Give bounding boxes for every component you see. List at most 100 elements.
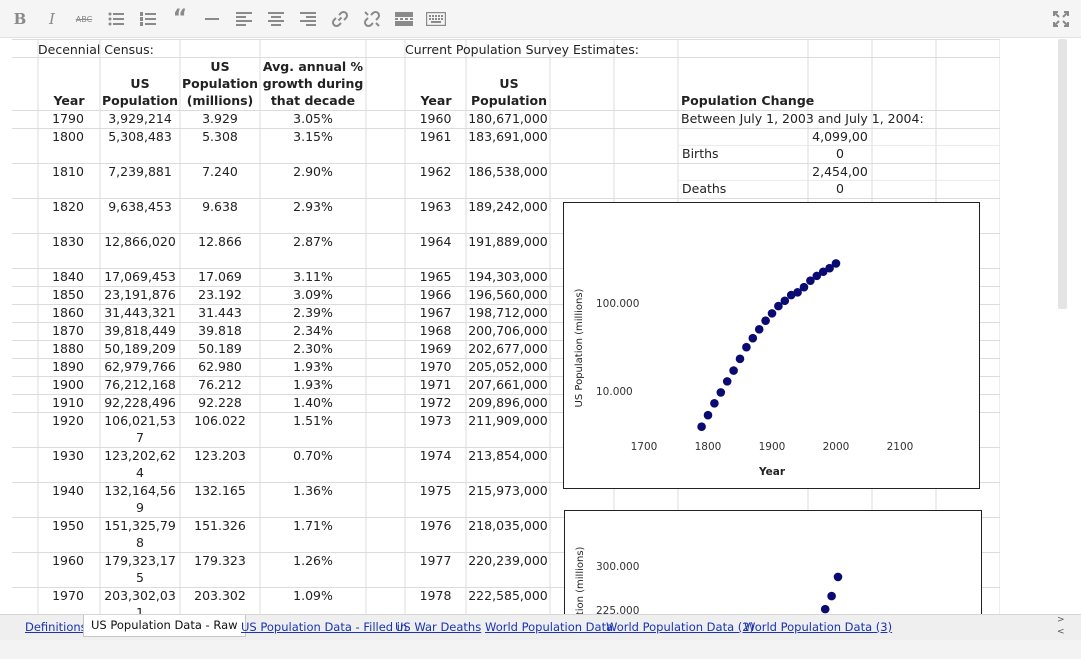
census-population-cell: 7,239,881 [108, 164, 172, 179]
bold-button[interactable]: B [8, 7, 32, 31]
tab-us-war-deaths[interactable]: US War Deaths [395, 618, 481, 638]
births-value-line1: 4,099,00 [812, 129, 868, 144]
census-growth-cell: 3.11% [293, 269, 333, 284]
census-year-cell: 1970 [52, 588, 84, 603]
census-population-cell: 17,069,453 [104, 269, 176, 284]
status-footer [0, 640, 1081, 659]
blockquote-button[interactable]: “ [168, 7, 192, 31]
remove-link-button[interactable] [360, 7, 384, 31]
numbered-list-icon [140, 12, 156, 26]
census-millions-cell: 123.203 [194, 448, 246, 463]
data-point [729, 366, 738, 375]
align-right-icon [300, 12, 316, 26]
census-millions-cell: 9.638 [202, 199, 238, 214]
italic-button[interactable]: I [40, 7, 64, 31]
census-millions-cell: 39.818 [198, 323, 242, 338]
align-left-button[interactable] [232, 7, 256, 31]
italic-icon: I [49, 10, 55, 28]
cps-population-cell: 205,052,000 [468, 359, 548, 374]
read-more-button[interactable] [392, 7, 416, 31]
census-year-cell: 1940 [52, 483, 84, 498]
census-growth-cell: 2.34% [293, 323, 333, 338]
census-year-cell: 1890 [52, 359, 84, 374]
census-growth-cell: 1.36% [293, 483, 333, 498]
census-population-cell: 132,164,56 [104, 483, 176, 498]
cps-population-cell: 194,303,000 [468, 269, 548, 284]
align-right-button[interactable] [296, 7, 320, 31]
census-growth-cell: 2.39% [293, 305, 333, 320]
cps-population-cell: 213,854,000 [468, 448, 548, 463]
population-scatter-chart-2[interactable]: US Population (millions) 225.000 300.000 [564, 510, 982, 614]
cps-population-cell: 218,035,000 [468, 518, 548, 533]
y-tick-label: 10.000 [596, 386, 633, 398]
cps-year-cell: 1975 [419, 483, 452, 498]
y-tick-label: 225.000 [596, 605, 639, 614]
census-population-cell-wrap: 9 [136, 500, 144, 515]
formatting-toolbar: B I ABC “ [0, 0, 1081, 38]
tab-us-population-data-filled-in[interactable]: US Population Data - Filled in [241, 618, 407, 638]
cps-population-cell: 183,691,000 [468, 129, 548, 144]
tab-scroll-right-icon[interactable]: > [1057, 615, 1065, 625]
census-year-cell: 1860 [52, 305, 84, 320]
toolbar-toggle-button[interactable] [424, 7, 448, 31]
col-header-pop: Population [101, 93, 179, 108]
data-point [831, 259, 841, 268]
cps-population-cell: 186,538,000 [468, 164, 548, 179]
census-millions-cell: 7.240 [202, 164, 238, 179]
insert-link-button[interactable] [328, 7, 352, 31]
data-point [820, 604, 830, 614]
population-scatter-chart[interactable]: US Population (millions) 10.000 100.000 170… [563, 202, 980, 489]
tab-us-population-data-raw[interactable]: US Population Data - Raw [83, 615, 246, 637]
census-year-cell: 1840 [52, 269, 84, 284]
census-population-cell: 62,979,766 [104, 359, 176, 374]
tab-world-population-data-2[interactable]: World Population Data (2) [606, 618, 754, 638]
data-point [799, 282, 809, 292]
horizontal-rule-button[interactable] [200, 7, 224, 31]
census-population-cell: 31,443,321 [104, 305, 176, 320]
col-header-growth-2: growth during [262, 76, 364, 91]
census-population-cell: 5,308,483 [108, 129, 172, 144]
census-population-cell: 151,325,79 [104, 518, 176, 533]
tab-scroll-left-icon[interactable]: < [1057, 627, 1065, 637]
fullscreen-button[interactable] [1049, 7, 1073, 31]
data-point [748, 333, 758, 343]
col-header-mil-bottom: (millions) [186, 93, 254, 108]
strikethrough-button[interactable]: ABC [72, 7, 96, 31]
population-scatter-plot: US Population (millions) 10.000 100.000 170… [574, 259, 913, 478]
tab-definitions[interactable]: Definitions [25, 618, 87, 638]
decennial-census-header: Decennial Census: [38, 42, 154, 57]
data-point [697, 422, 706, 432]
census-year-cell: 1870 [52, 323, 84, 338]
tab-world-population-data-3[interactable]: World Population Data (3) [744, 618, 892, 638]
bullet-list-button[interactable] [104, 7, 128, 31]
y-tick-label: 100.000 [596, 298, 639, 310]
tab-world-population-data[interactable]: World Population Data [485, 618, 613, 638]
bold-icon: B [13, 10, 27, 28]
col-header-pop-top: US [130, 76, 150, 91]
census-millions-cell: 62.980 [198, 359, 242, 374]
col-header-year: Year [53, 93, 85, 108]
vertical-scrollbar[interactable] [1058, 39, 1067, 309]
y-tick-label: 300.000 [596, 561, 639, 573]
cps-year-cell: 1977 [419, 553, 452, 568]
y-axis-label: US Population (millions) [574, 288, 585, 407]
census-population-cell: 179,323,17 [104, 553, 176, 568]
census-population-cell-wrap: 1 [136, 605, 144, 614]
census-year-cell: 1790 [52, 111, 84, 126]
census-population-cell: 9,638,453 [108, 199, 172, 214]
col-header-cps-pop-top: US [499, 76, 519, 91]
x-tick-label: 1800 [695, 441, 722, 453]
births-label: Births [682, 146, 719, 161]
census-growth-cell: 3.09% [293, 287, 333, 302]
numbered-list-button[interactable] [136, 7, 160, 31]
population-change-title: Population Change [681, 93, 815, 108]
data-point [833, 572, 843, 582]
align-left-icon [236, 12, 252, 26]
x-axis-label: Year [758, 466, 786, 478]
cps-year-cell: 1971 [419, 377, 452, 392]
align-center-button[interactable] [264, 7, 288, 31]
cps-population-cell: 209,896,000 [468, 395, 548, 410]
deaths-label: Deaths [682, 181, 727, 196]
births-value-line2: 0 [836, 146, 844, 161]
census-millions-cell: 92.228 [198, 395, 242, 410]
